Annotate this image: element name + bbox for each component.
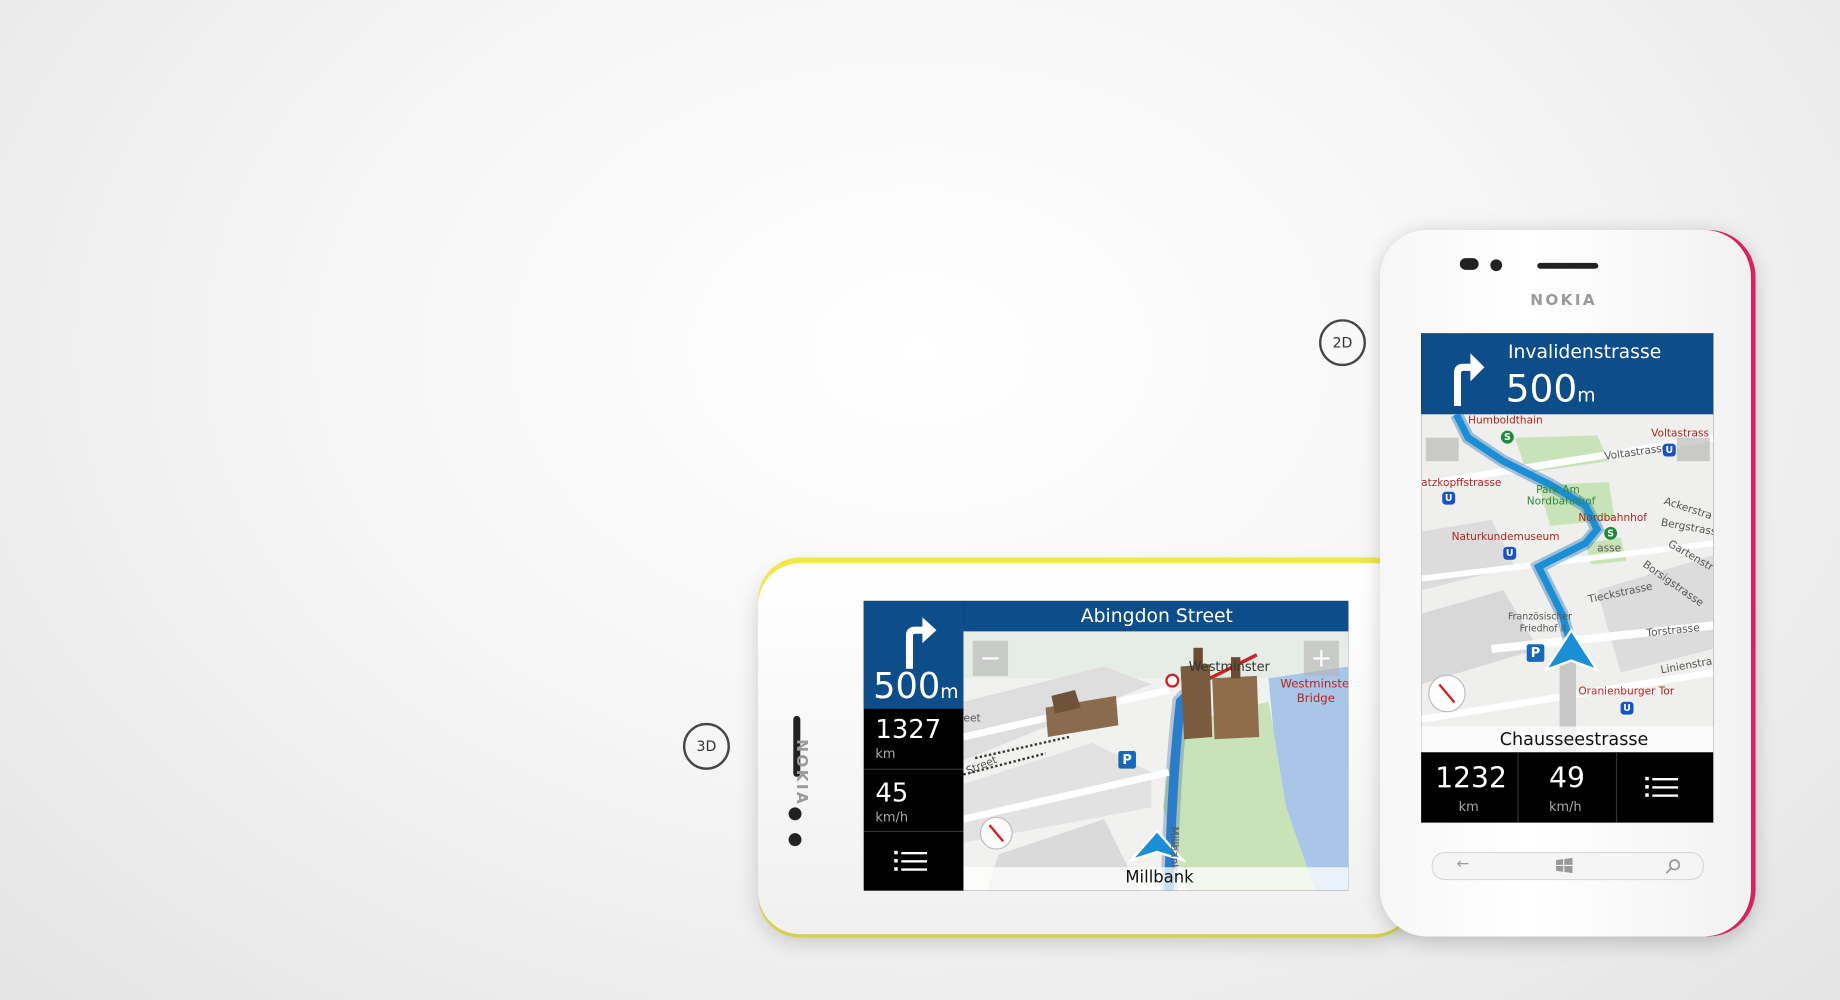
menu-button[interactable] (1617, 752, 1713, 822)
map-3d[interactable]: − + Westminster Westminste Bridge eet St… (963, 631, 1349, 891)
remaining-distance: 1327 km (863, 709, 964, 770)
metro-icon: U (1662, 443, 1676, 457)
turn-panel: Invalidenstrasse 500m (1421, 333, 1714, 415)
bridge-label-2: Bridge (1296, 692, 1335, 706)
metro-icon: U (1442, 491, 1456, 505)
product-stage: 3D 2D NOKIA 500m 1327 km 45 km/h Abingdo… (0, 0, 1840, 1000)
map-label-nordbahnhof-park: Nordbahnhof (1526, 496, 1596, 509)
parking-icon: P (1118, 751, 1136, 769)
street-bar: Abingdon Street (963, 600, 1349, 632)
map-2d[interactable]: Humboldthain Voltastrass Voltastrasse at… (1421, 414, 1714, 753)
map-label-park: Park Am (1536, 484, 1580, 497)
brand-logo: NOKIA (1530, 292, 1598, 310)
hardware-button-bar: ← (1431, 851, 1704, 881)
turn-right-arrow-icon (1453, 353, 1485, 407)
earpiece (1537, 262, 1599, 269)
compass-icon[interactable] (979, 816, 1013, 850)
zoom-out-button[interactable]: − (972, 640, 1009, 676)
map-label-schwartzkopff: atzkopffstrasse (1421, 477, 1502, 490)
cut-label: eet (963, 713, 981, 726)
phone-portrait: NOKIA Invalidenstrasse 500m Humboldthain… (1380, 230, 1751, 937)
phone-landscape: NOKIA 500m 1327 km 45 km/h Abingdon Stre… (758, 563, 1416, 935)
back-arrow-icon[interactable]: ← (1456, 855, 1469, 873)
front-camera (1490, 259, 1503, 272)
map-label-nordbahnhof: Nordbahnhof (1578, 512, 1648, 525)
menu-button[interactable] (864, 832, 964, 891)
current-street-name: Millbank (1125, 868, 1194, 888)
poi-label: Westminster (1188, 659, 1270, 675)
bridge-label-1: Westminste (1280, 678, 1349, 692)
zoom-in-button[interactable]: + (1303, 640, 1339, 676)
map-label-oranienburger: Oranienburger Tor (1578, 686, 1675, 699)
map-3d-drawing (963, 631, 1349, 891)
mode-3d-badge[interactable]: 3D (682, 722, 730, 770)
map-label-friedhof-1: Französischer (1507, 611, 1573, 622)
metro-icon: U (1620, 701, 1634, 715)
map-label-naturkunde: Naturkundemuseum (1451, 531, 1560, 544)
zoom-in-button[interactable] (1676, 437, 1710, 462)
next-street-name: Invalidenstrasse (1507, 340, 1662, 363)
map-label-asse: asse (1597, 543, 1622, 556)
current-street-bar: Millbank (963, 867, 1349, 891)
metro-icon: U (1503, 546, 1517, 560)
map-label-friedhof-2: Friedhof II (1519, 623, 1567, 634)
windows-start-icon[interactable] (1555, 857, 1574, 874)
sbahn-icon: S (1604, 526, 1618, 540)
sbahn-icon: S (1500, 430, 1514, 444)
parking-icon: P (1526, 644, 1545, 662)
next-street-name: Abingdon Street (1080, 604, 1233, 627)
current-speed: 45 km/h (863, 770, 964, 833)
menu-icon (1645, 776, 1679, 797)
nav-screen-3d: 500m 1327 km 45 km/h Abingdon Street − +… (863, 600, 1349, 891)
vertical-street-label: Millbank (1167, 826, 1180, 871)
distance-value: 500m (873, 666, 959, 708)
compass-icon[interactable] (1428, 674, 1466, 713)
turn-right-arrow-icon (905, 617, 937, 669)
turn-panel: 500m (863, 600, 964, 709)
map-label-humboldthain: Humboldthain (1468, 415, 1543, 428)
current-street-name: Chausseestrasse (1499, 728, 1649, 750)
mode-2d-badge[interactable]: 2D (1319, 319, 1366, 367)
current-street-bar: Chausseestrasse (1421, 726, 1714, 753)
menu-icon (893, 850, 927, 871)
nav-screen-2d: Invalidenstrasse 500m Humboldthain Volta… (1421, 333, 1714, 823)
brand-logo: NOKIA (792, 739, 810, 807)
sensor (1459, 258, 1479, 270)
sensor (788, 833, 802, 847)
search-icon[interactable] (1665, 857, 1681, 874)
zoom-out-button[interactable] (1425, 437, 1459, 462)
distance-value: 500m (1505, 366, 1596, 411)
current-speed: 49 km/h (1519, 752, 1618, 823)
front-camera (788, 807, 802, 821)
remaining-distance: 1232 km (1421, 752, 1519, 823)
